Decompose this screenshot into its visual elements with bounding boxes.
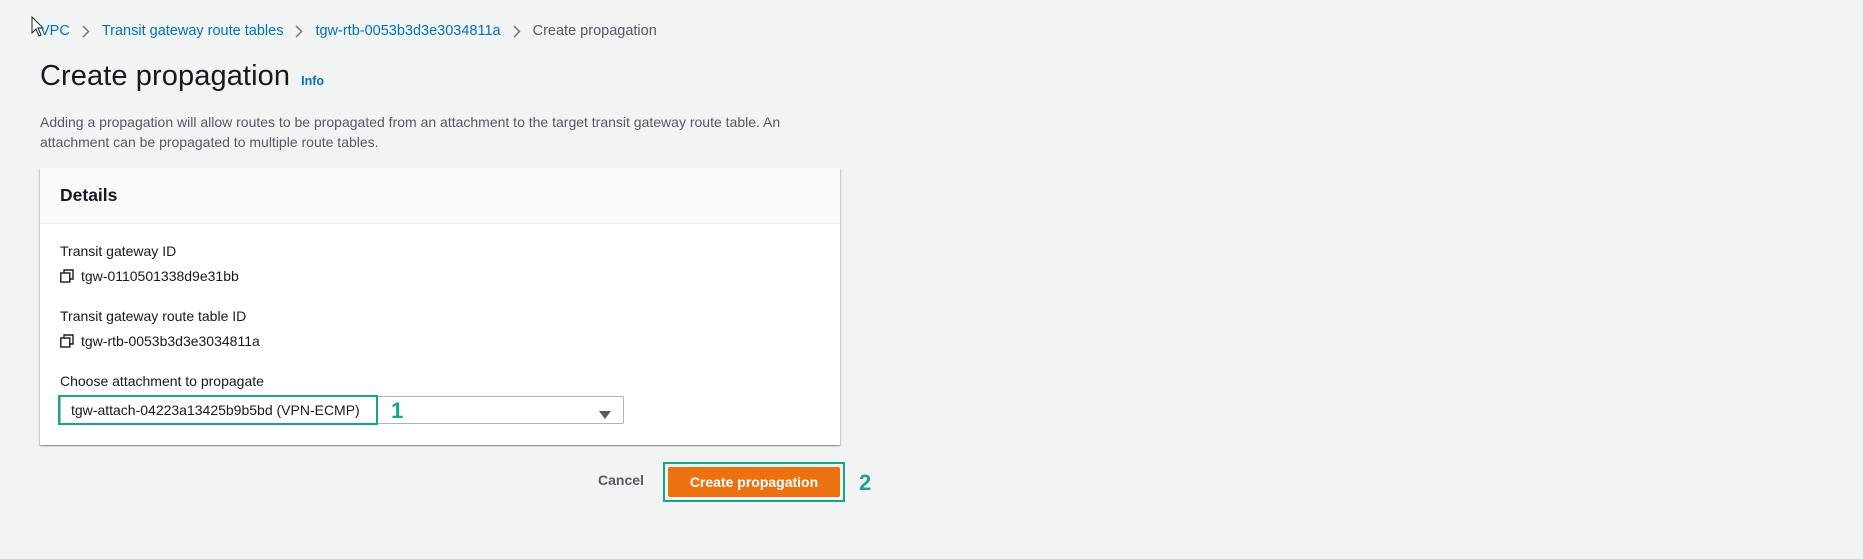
breadcrumb: VPC Transit gateway route tables tgw-rtb… <box>40 20 657 42</box>
chevron-right-icon <box>513 25 521 38</box>
annotation-highlight-submit <box>663 462 845 502</box>
copy-icon[interactable] <box>60 269 74 283</box>
chevron-right-icon <box>82 25 90 38</box>
route-table-id-label: Transit gateway route table ID <box>60 308 247 324</box>
details-title: Details <box>60 185 118 205</box>
info-link[interactable]: Info <box>301 74 324 88</box>
copy-icon[interactable] <box>60 334 74 348</box>
page-header: Create propagation Info <box>40 60 324 93</box>
page-description: Adding a propagation will allow routes t… <box>40 114 781 150</box>
caret-down-icon <box>599 406 611 424</box>
annotation-step-1: 1 <box>391 398 404 423</box>
annotation-highlight-attachment <box>58 395 378 425</box>
page-title: Create propagation <box>40 60 291 92</box>
breadcrumb-current: Create propagation <box>532 23 657 39</box>
breadcrumb-link-route-tables[interactable]: Transit gateway route tables <box>102 23 284 39</box>
transit-gateway-id-value: tgw-0110501338d9e31bb <box>81 268 239 284</box>
breadcrumb-link-route-table-id[interactable]: tgw-rtb-0053b3d3e3034811a <box>315 23 500 39</box>
chevron-right-icon <box>295 25 303 38</box>
details-panel-header: Details <box>40 168 840 224</box>
breadcrumb-link-vpc[interactable]: VPC <box>40 23 70 39</box>
annotation-step-2: 2 <box>859 470 872 495</box>
route-table-id-field: tgw-rtb-0053b3d3e3034811a <box>60 333 260 349</box>
transit-gateway-id-field: tgw-0110501338d9e31bb <box>60 268 239 284</box>
attachment-label: Choose attachment to propagate <box>60 373 264 389</box>
cancel-button[interactable]: Cancel <box>598 472 644 488</box>
transit-gateway-id-label: Transit gateway ID <box>60 243 177 259</box>
route-table-id-value: tgw-rtb-0053b3d3e3034811a <box>81 333 260 349</box>
